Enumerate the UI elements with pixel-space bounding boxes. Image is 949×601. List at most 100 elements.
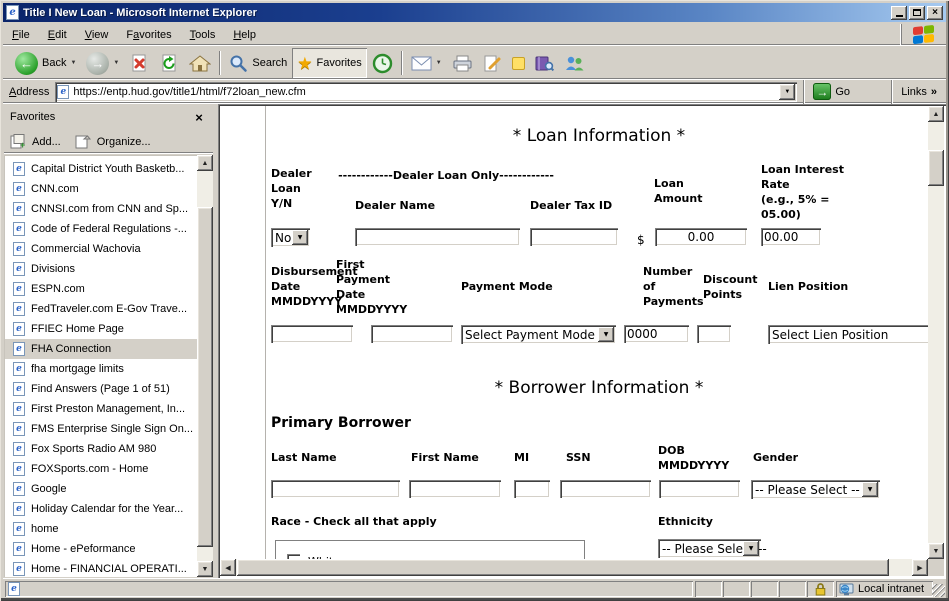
menu-favorites[interactable]: Favorites (117, 26, 180, 44)
minimize-button[interactable] (891, 6, 907, 20)
number-of-payments-input[interactable] (624, 325, 689, 343)
scrollbar-thumb[interactable] (237, 559, 889, 576)
links-button[interactable]: Links » (896, 81, 942, 103)
favorite-item[interactable]: eFOXSports.com - Home (5, 459, 197, 479)
menu-view[interactable]: View (76, 26, 118, 44)
add-favorite-button[interactable]: + Add... (10, 134, 61, 149)
dealer-loan-yn-label: Dealer Loan Y/N (271, 166, 312, 211)
dealer-name-input[interactable] (355, 228, 520, 246)
address-input[interactable]: e https://entp.hud.gov/title1/html/f72lo… (55, 82, 797, 102)
favorite-item[interactable]: eDivisions (5, 259, 197, 279)
favorite-item[interactable]: eHome - FINANCIAL OPERATI... (5, 559, 197, 577)
ethnicity-select[interactable]: -- Please Select -- ▼ (658, 539, 761, 558)
scroll-up-button[interactable]: ▲ (197, 155, 213, 171)
favorites-button[interactable]: ★ Favorites (292, 48, 367, 78)
mail-button[interactable]: ▼ (406, 48, 447, 78)
discuss-icon (512, 57, 525, 70)
favorite-item[interactable]: eFedTraveler.com E-Gov Trave... (5, 299, 197, 319)
favorite-item[interactable]: eGoogle (5, 479, 197, 499)
favorite-item[interactable]: eESPN.com (5, 279, 197, 299)
scrollbar-thumb[interactable] (197, 207, 213, 547)
mi-input[interactable] (514, 480, 550, 498)
first-name-input[interactable] (409, 480, 501, 498)
history-button[interactable] (367, 48, 398, 78)
scroll-right-button[interactable]: ▶ (912, 559, 928, 576)
loan-interest-rate-input[interactable] (761, 228, 821, 246)
research-button[interactable] (530, 48, 559, 78)
favorite-item[interactable]: eCNN.com (5, 179, 197, 199)
menu-tools[interactable]: Tools (181, 26, 225, 44)
disbursement-date-input[interactable] (271, 325, 353, 343)
favorite-item[interactable]: eFFIEC Home Page (5, 319, 197, 339)
dealer-loan-yn-select[interactable]: No ▼ (271, 228, 310, 247)
close-button[interactable]: × (927, 6, 943, 20)
favorites-close-button[interactable]: × (191, 110, 207, 125)
favorite-item[interactable]: eHome - ePeformance (5, 539, 197, 559)
favorite-item[interactable]: eFox Sports Radio AM 980 (5, 439, 197, 459)
content-vertical-scrollbar[interactable]: ▲ ▼ (928, 106, 944, 559)
ie-page-icon: e (13, 202, 25, 216)
dob-input[interactable] (659, 480, 740, 498)
content-horizontal-scrollbar[interactable]: ◀ ▶ (220, 559, 928, 576)
ie-page-icon: e (13, 342, 25, 356)
go-button[interactable]: → Go (808, 81, 855, 103)
scroll-left-button[interactable]: ◀ (220, 559, 236, 576)
favorite-item[interactable]: eCapital District Youth Basketb... (5, 159, 197, 179)
gender-select[interactable]: -- Please Select -- ▼ (751, 480, 880, 499)
maximize-button[interactable] (909, 6, 925, 20)
chevron-down-icon: ▼ (598, 327, 614, 342)
scroll-down-button[interactable]: ▼ (197, 561, 213, 577)
ie-page-icon: e (13, 262, 25, 276)
lien-position-select[interactable]: Select Lien Position ▼ (768, 325, 928, 344)
loan-amount-input[interactable] (655, 228, 747, 246)
address-dropdown-button[interactable]: ▼ (779, 84, 795, 100)
messenger-button[interactable] (559, 48, 590, 78)
search-button[interactable]: Search (224, 48, 292, 78)
mail-dropdown-icon: ▼ (436, 60, 442, 66)
ie-page-icon: e (13, 542, 25, 556)
organize-favorites-button[interactable]: Organize... (75, 134, 151, 149)
discuss-button[interactable] (507, 48, 530, 78)
discount-points-input[interactable] (697, 325, 731, 343)
favorite-item[interactable]: eCommercial Wachovia (5, 239, 197, 259)
intranet-zone-icon (839, 583, 854, 596)
favorite-item[interactable]: eHoliday Calendar for the Year... (5, 499, 197, 519)
stop-button[interactable] (124, 48, 154, 78)
ie-logo-icon: e (6, 5, 19, 20)
forward-button[interactable]: → ▼ (81, 48, 124, 78)
scroll-up-button[interactable]: ▲ (928, 106, 944, 122)
menu-help[interactable]: Help (224, 26, 265, 44)
edit-button[interactable] (478, 48, 507, 78)
ie-page-icon: e (13, 322, 25, 336)
scrollbar-thumb[interactable] (928, 150, 944, 186)
windows-logo-block (901, 24, 945, 45)
favorites-title: Favorites (10, 111, 191, 123)
print-button[interactable] (447, 48, 478, 78)
favorites-scrollbar[interactable]: ▲ ▼ (197, 155, 213, 577)
favorite-item[interactable]: eFirst Preston Management, In... (5, 399, 197, 419)
payment-mode-select[interactable]: Select Payment Mode ▼ (461, 325, 616, 344)
dollar-sign-label: $ (637, 233, 645, 248)
favorite-item[interactable]: eFind Answers (Page 1 of 51) (5, 379, 197, 399)
favorite-item[interactable]: eCode of Federal Regulations -... (5, 219, 197, 239)
ie-page-icon: e (13, 222, 25, 236)
favorite-item[interactable]: eCNNSI.com from CNN and Sp... (5, 199, 197, 219)
ssn-input[interactable] (560, 480, 651, 498)
resize-grip[interactable] (932, 584, 945, 597)
menu-file[interactable]: File (3, 26, 39, 44)
home-button[interactable] (184, 48, 216, 78)
favorite-item[interactable]: efha mortgage limits (5, 359, 197, 379)
refresh-button[interactable] (154, 48, 184, 78)
toolbar-separator (401, 51, 403, 75)
first-payment-date-input[interactable] (371, 325, 453, 343)
back-button[interactable]: ← Back ▼ (10, 48, 81, 78)
favorite-item-selected[interactable]: eFHA Connection (5, 339, 197, 359)
favorite-item[interactable]: eFMS Enterprise Single Sign On... (5, 419, 197, 439)
dealer-tax-id-input[interactable] (530, 228, 618, 246)
title-bar[interactable]: e Title I New Loan - Microsoft Internet … (3, 3, 946, 22)
last-name-input[interactable] (271, 480, 400, 498)
scroll-down-button[interactable]: ▼ (928, 543, 944, 559)
window-title: Title I New Loan - Microsoft Internet Ex… (23, 7, 889, 19)
favorite-item[interactable]: ehome (5, 519, 197, 539)
menu-edit[interactable]: Edit (39, 26, 76, 44)
